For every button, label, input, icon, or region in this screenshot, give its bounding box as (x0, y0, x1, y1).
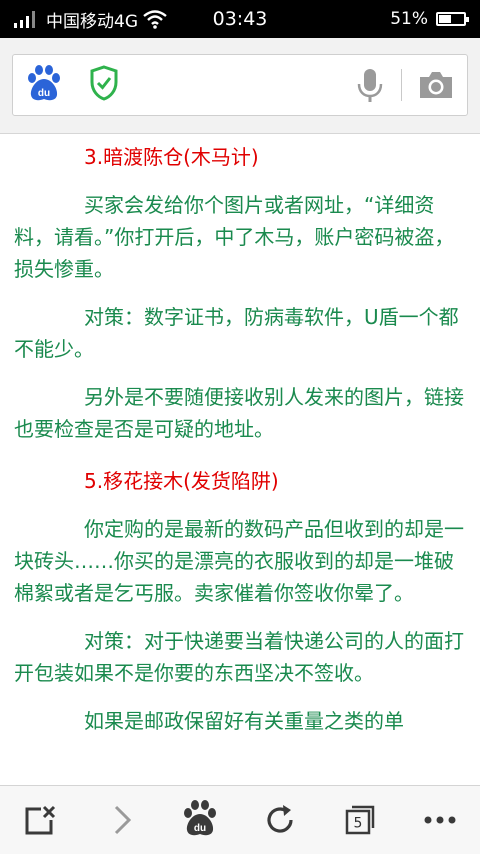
tabs-icon: 5 (345, 805, 375, 835)
section-heading: 5.移花接木(发货陷阱) (84, 469, 279, 493)
tab-count: 5 (354, 816, 363, 832)
status-bar: 中国移动4G 03:43 51% (0, 0, 480, 38)
address-bar[interactable]: du (12, 54, 468, 116)
security-shield-icon[interactable] (89, 65, 119, 105)
battery-icon (436, 12, 469, 26)
bottom-toolbar: du 5 (0, 785, 480, 854)
article-paragraph: 另外是不要随便接收别人发来的图片，链接也要检查是否是可疑的地址。 (14, 385, 464, 441)
section-heading: 3.暗渡陈仓(木马计) (84, 145, 259, 169)
baidu-paw-icon: du (184, 800, 216, 836)
tabs-button[interactable]: 5 (330, 798, 390, 842)
microphone-icon[interactable] (355, 67, 385, 109)
article-paragraph: 对策：数字证书，防病毒软件，U盾一个都不能少。 (14, 305, 459, 361)
article-paragraph: 对策：对于快递要当着快递公司的人的面打开包装如果不是你要的东西坚决不签收。 (14, 629, 464, 685)
chevron-right-icon (114, 805, 132, 835)
article-paragraph: 你定购的是最新的数码产品但收到的却是一块砖头……你买的是漂亮的衣服收到的却是一堆… (14, 517, 464, 605)
svg-text:du: du (38, 88, 50, 99)
article-paragraph: 如果是邮政保留好有关重量之类的单 (84, 709, 404, 733)
browser-header: du (0, 38, 480, 134)
address-bar-divider (401, 69, 402, 101)
article-paragraph: 买家会发给你个图片或者网址，“详细资料，请看。”你打开后，中了木马，账户密码被盗… (14, 193, 455, 281)
refresh-icon (267, 805, 293, 833)
close-page-button[interactable] (10, 798, 70, 842)
battery-percent: 51% (390, 9, 428, 29)
article-content: 3.暗渡陈仓(木马计) 买家会发给你个图片或者网址，“详细资料，请看。”你打开后… (0, 135, 480, 785)
forward-button[interactable] (92, 798, 152, 842)
url-input[interactable] (137, 63, 361, 109)
baidu-home-button[interactable]: du (170, 798, 230, 842)
status-right: 51% (390, 0, 469, 38)
camera-icon[interactable] (417, 69, 455, 105)
baidu-paw-icon[interactable]: du (27, 65, 61, 109)
more-menu-icon (424, 816, 456, 824)
svg-text:du: du (194, 823, 206, 834)
refresh-button[interactable] (250, 798, 310, 842)
menu-button[interactable] (410, 798, 470, 842)
close-page-icon (25, 805, 56, 835)
battery-fill (439, 15, 452, 23)
